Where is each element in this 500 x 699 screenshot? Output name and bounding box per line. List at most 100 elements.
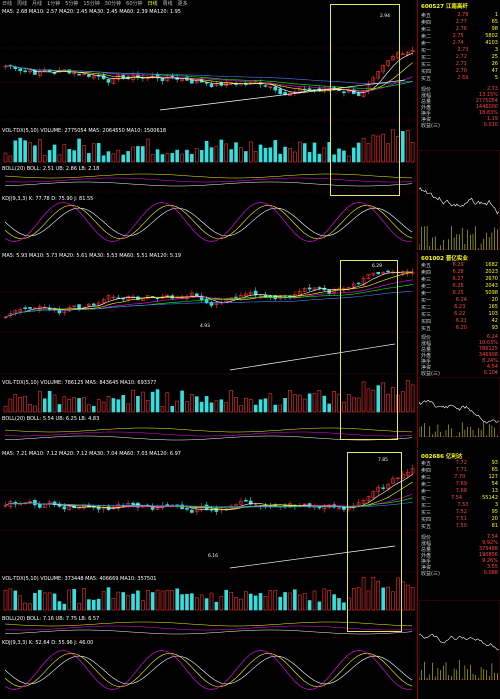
- volume-bar: [342, 602, 346, 611]
- quote-row[interactable]: 买四 7.51 20: [421, 516, 498, 523]
- quote-row[interactable]: 买四 2.70 47: [421, 68, 498, 75]
- stat-value: 0.010: [483, 122, 498, 128]
- kline-area-3[interactable]: MA5: 7.21 MA10: 7.12 MA20: 7.12 MA30: 7.…: [0, 450, 418, 699]
- quote-row[interactable]: 买二 2.72 25: [421, 54, 498, 61]
- volume-bar: [244, 591, 248, 611]
- quote-label: 买五: [421, 524, 432, 530]
- stock-title-2[interactable]: 601002 晋亿实业: [421, 254, 468, 262]
- volume-bar: [33, 145, 37, 163]
- quote-price: 2.70: [455, 68, 467, 74]
- volume-bar: [288, 592, 292, 611]
- candle-body: [165, 504, 170, 506]
- volume-bar: [248, 141, 253, 163]
- volume-bar: [400, 391, 405, 413]
- quote-vol: 5098: [485, 290, 498, 296]
- quote-label: 卖三: [421, 27, 432, 33]
- volume-bar: [253, 151, 258, 163]
- candle-body: [150, 296, 155, 298]
- candle-body: [52, 72, 57, 74]
- volume-bar: [327, 403, 332, 413]
- quote-row[interactable]: 买二 7.53 3: [421, 502, 498, 509]
- quote-vol: 65: [491, 467, 498, 473]
- quote-row[interactable]: 卖二 6.26 2043: [421, 283, 498, 290]
- volume-bar: [8, 588, 13, 611]
- quote-row[interactable]: 卖一 2.74 4103: [421, 40, 498, 47]
- volume-bar: [82, 588, 86, 611]
- stock-title-3[interactable]: 002686 亿利达: [421, 452, 462, 460]
- volume-bar: [47, 150, 52, 163]
- volume-bar: [239, 405, 243, 413]
- quote-price: 6.23: [454, 304, 466, 310]
- quote-row[interactable]: 买三 6.22 103: [421, 311, 498, 318]
- volume-bar: [13, 590, 18, 611]
- quote-price: 7.68: [455, 488, 467, 494]
- quote-row[interactable]: 买五 6.20 93: [421, 325, 498, 332]
- quote-row[interactable]: 买三 7.52 95: [421, 509, 498, 516]
- quote-price: 6.29: [452, 262, 464, 268]
- quote-row[interactable]: 卖一 7.68 13: [421, 488, 498, 495]
- quote-vol: 127: [488, 474, 498, 480]
- kline-area-1[interactable]: 日线 周线 月线 1分钟 5分钟 15分钟 30分钟 60分钟 日线 周线 更多…: [0, 0, 418, 250]
- quote-row[interactable]: 买五 2.69 5: [421, 75, 498, 82]
- quote-row[interactable]: 卖四 2.77 65: [421, 19, 498, 26]
- candle-body: [121, 297, 126, 300]
- quote-row[interactable]: 卖四 6.28 2023: [421, 269, 498, 276]
- quote-row[interactable]: 卖三 6.27 2670: [421, 276, 498, 283]
- quote-row[interactable]: 卖二 2.75 5802: [421, 33, 498, 40]
- quote-vol: 42: [491, 318, 498, 324]
- volume-bar: [28, 142, 32, 163]
- kdj-line: [4, 650, 413, 690]
- candle-body: [307, 287, 312, 290]
- volume-bar: [194, 396, 199, 413]
- volume-bar: [96, 598, 101, 611]
- volume-bar: [288, 390, 292, 413]
- quote-row[interactable]: 买五 7.50 81: [421, 523, 498, 530]
- quote-row[interactable]: 卖五 6.29 1682: [421, 262, 498, 269]
- quote-row[interactable]: 买一 7.54 55142: [421, 495, 498, 502]
- volume-bar: [77, 138, 81, 163]
- volume-bar: [150, 592, 155, 611]
- quote-price: 7.72: [455, 460, 467, 466]
- volume-bar: [248, 593, 253, 611]
- kdj-line: [4, 202, 413, 242]
- quote-row[interactable]: 买二 6.23 165: [421, 304, 498, 311]
- quote-row[interactable]: 买四 6.21 42: [421, 318, 498, 325]
- volume-bar: [273, 404, 278, 413]
- volume-bar: [185, 401, 189, 413]
- volume-bar: [13, 140, 18, 163]
- quote-price: 2.73: [457, 47, 469, 53]
- quote-row[interactable]: 卖二 7.69 54: [421, 481, 498, 488]
- quote-row[interactable]: 卖四 7.71 65: [421, 467, 498, 474]
- candle-body: [244, 499, 248, 502]
- volume-bar: [410, 587, 415, 611]
- quote-price: 6.21: [455, 318, 467, 324]
- quote-label: 买四: [421, 319, 432, 325]
- volume-bar: [155, 149, 160, 163]
- quote-row[interactable]: 卖五 7.72 93: [421, 460, 498, 467]
- quote-row[interactable]: 买一 6.24 20: [421, 297, 498, 304]
- quote-vol: 20: [491, 516, 498, 522]
- volume-bar: [332, 391, 336, 413]
- quote-row[interactable]: 卖一 6.25 5098: [421, 290, 498, 297]
- quote-row[interactable]: 买三 2.71 26: [421, 61, 498, 68]
- candle-body: [87, 74, 91, 77]
- quote-price: 6.24: [455, 297, 467, 303]
- volume-bar: [224, 143, 229, 163]
- candle-body: [185, 508, 189, 510]
- volume-bar: [199, 401, 204, 413]
- kline-area-2[interactable]: MA5: 5.93 MA10: 5.73 MA20: 5.61 MA30: 5.…: [0, 252, 418, 448]
- volume-bar: [224, 402, 229, 413]
- candle-body: [317, 287, 322, 289]
- volume-bar: [214, 601, 219, 611]
- quote-row[interactable]: 卖三 2.76 98: [421, 26, 498, 33]
- quote-row[interactable]: 买一 2.73 3: [421, 47, 498, 54]
- volume-bar: [283, 398, 287, 413]
- stock-title-1[interactable]: 600527 江南高纤: [421, 2, 468, 10]
- quote-label: 买三: [421, 62, 432, 68]
- volume-bar: [317, 390, 322, 413]
- quote-row[interactable]: 卖三 7.70 127: [421, 474, 498, 481]
- volume-bar: [96, 142, 101, 163]
- candle-body: [18, 68, 23, 72]
- quote-row[interactable]: 卖五 2.78 1: [421, 12, 498, 19]
- volume-bar: [307, 393, 312, 413]
